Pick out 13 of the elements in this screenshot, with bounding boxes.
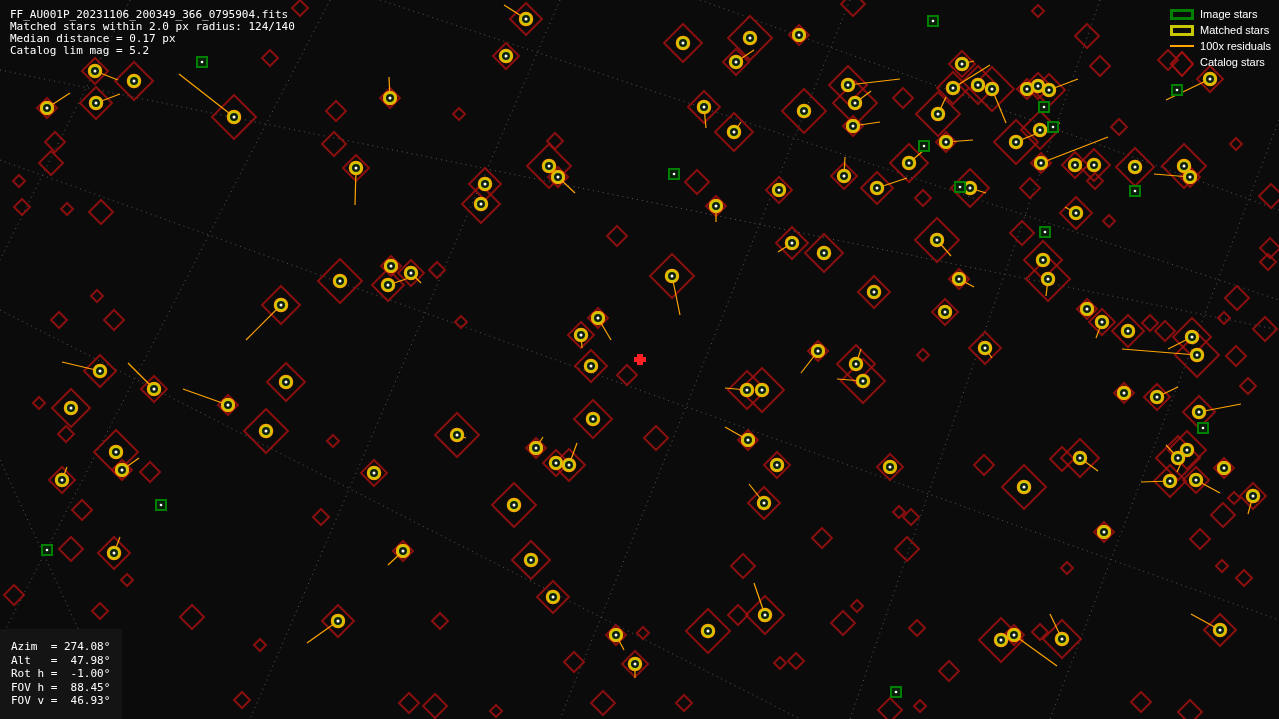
pointing-line: FOV h = 88.45° [11,680,111,695]
info-line: Matched stars within 2.0 px radius: 124/140 [10,21,295,33]
legend-label: Image stars [1200,6,1258,22]
pointing-line: Rot h = -1.00° [11,667,111,681]
pointing-line: FOV v = 46.93° [11,694,111,708]
legend-label: Catalog stars [1200,54,1265,70]
pointing-line: Azim = 274.08° [11,640,111,654]
legend-label: Matched stars [1200,22,1270,38]
info-line: Catalog lim mag = 5.2 [10,45,150,57]
info-line: FF_AU001P_20231106_200349_366_0795904.fits [10,9,289,21]
info-line: Median distance = 0.17 px [10,33,176,45]
legend-label: 100x residuals [1200,38,1271,54]
pointing-line: Alt = 47.98° [11,653,111,668]
